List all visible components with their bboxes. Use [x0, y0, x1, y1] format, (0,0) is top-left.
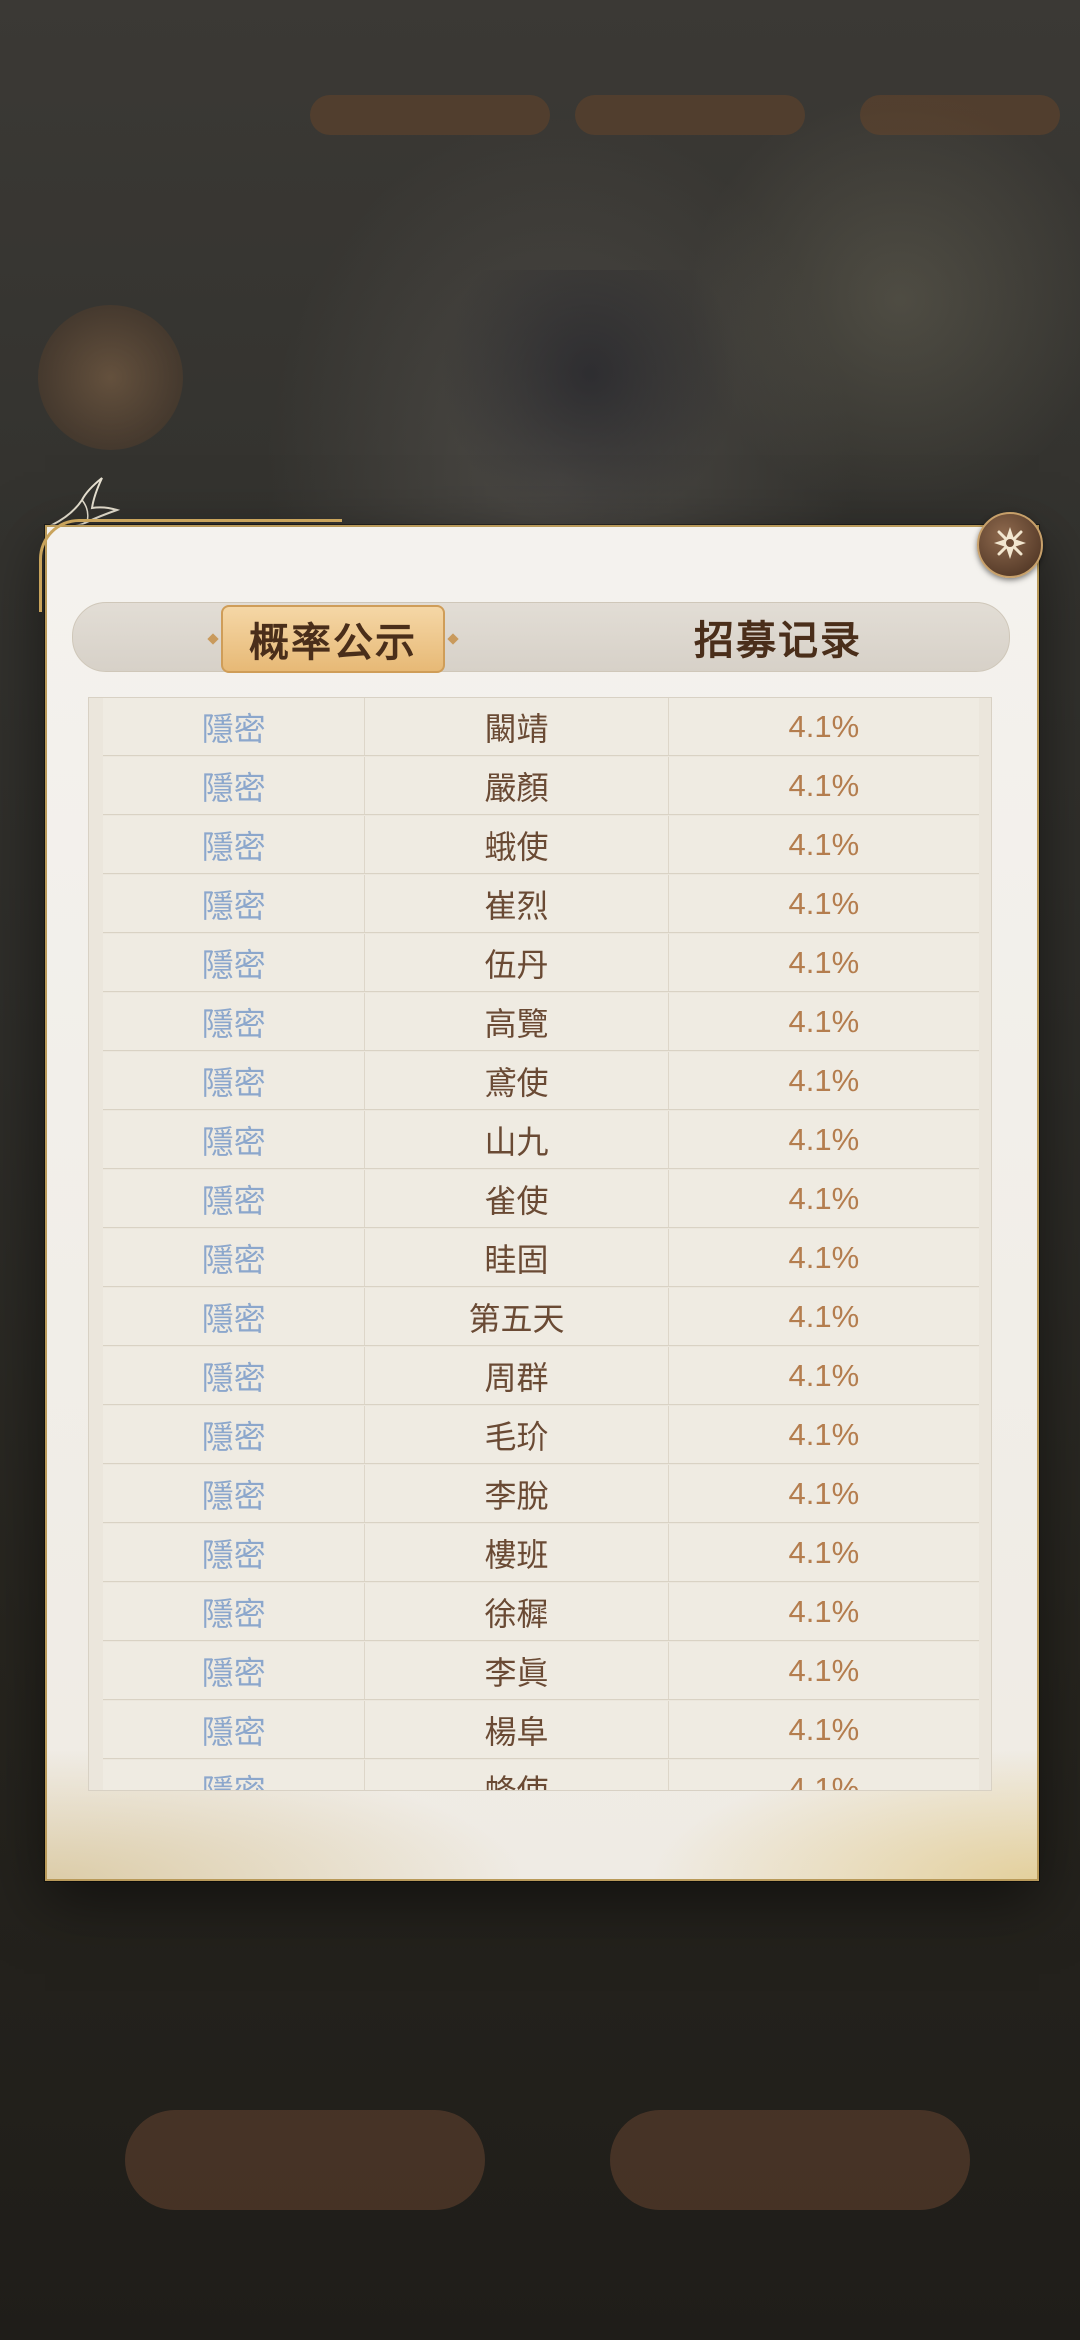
rate-cell: 4.1%: [788, 1003, 860, 1039]
name-cell: 楊阜: [365, 1701, 669, 1758]
table-row: 隱密 第五天 4.1%: [103, 1288, 979, 1346]
name-cell: 周群: [365, 1347, 669, 1404]
rate-cell: 4.1%: [788, 826, 860, 862]
table-row: 隱密 眭固 4.1%: [103, 1229, 979, 1287]
background-resource-bar: [860, 95, 1060, 135]
quality-cell: 隱密: [103, 1052, 366, 1109]
name-cell: 崔烈: [365, 875, 669, 932]
quality-cell: 隱密: [103, 1701, 366, 1758]
rate-cell: 4.1%: [788, 944, 860, 980]
rate-cell: 4.1%: [788, 1593, 860, 1629]
rate-cell: 4.1%: [788, 708, 860, 744]
name-cell: 李脫: [365, 1465, 669, 1522]
table-row: 隱密 李眞 4.1%: [103, 1642, 979, 1700]
quality-cell: 隱密: [103, 1288, 366, 1345]
table-row: 隱密 毛玠 4.1%: [103, 1406, 979, 1464]
rate-cell: 4.1%: [788, 1534, 860, 1570]
quality-cell: 隱密: [103, 993, 366, 1050]
quality-cell: 隱密: [103, 1583, 366, 1640]
name-cell: 蜂使: [365, 1760, 669, 1790]
table-row: 隱密 嚴顏 4.1%: [103, 757, 979, 815]
name-cell: 嚴顏: [365, 757, 669, 814]
table-row: 隱密 蛾使 4.1%: [103, 816, 979, 874]
rate-cell: 4.1%: [788, 1239, 860, 1275]
rate-cell: 4.1%: [788, 1357, 860, 1393]
table-row: 隱密 雀使 4.1%: [103, 1170, 979, 1228]
quality-cell: 隱密: [103, 1347, 366, 1404]
tab-label: 概率公示: [249, 619, 417, 666]
probability-table[interactable]: 隱密 闞靖 4.1% 隱密 嚴顏 4.1% 隱密 蛾使 4.1% 隱密 崔烈 4.1% 隱密 伍丹 4.1%…: [88, 697, 992, 1791]
quality-cell: 隱密: [103, 1111, 366, 1168]
close-icon: [990, 523, 1030, 567]
tab-recruit-history[interactable]: 招募记录: [628, 603, 928, 671]
name-cell: 伍丹: [365, 934, 669, 991]
quality-cell: 隱密: [103, 934, 366, 991]
quality-cell: 隱密: [103, 1524, 366, 1581]
quality-cell: 隱密: [103, 757, 366, 814]
name-cell: 鳶使: [365, 1052, 669, 1109]
background-resource-bar: [310, 95, 550, 135]
rate-cell: 4.1%: [788, 1475, 860, 1511]
rate-cell: 4.1%: [788, 1416, 860, 1452]
table-row: 隱密 伍丹 4.1%: [103, 934, 979, 992]
quality-cell: 隱密: [103, 1760, 366, 1790]
name-cell: 毛玠: [365, 1406, 669, 1463]
name-cell: 眭固: [365, 1229, 669, 1286]
background-resource-bar: [575, 95, 805, 135]
quality-cell: 隱密: [103, 816, 366, 873]
rate-cell: 4.1%: [788, 1652, 860, 1688]
name-cell: 徐穉: [365, 1583, 669, 1640]
table-row: 隱密 周群 4.1%: [103, 1347, 979, 1405]
background-character: [440, 270, 740, 530]
quality-cell: 隱密: [103, 1406, 366, 1463]
rate-cell: 4.1%: [788, 1180, 860, 1216]
rate-cell: 4.1%: [788, 1121, 860, 1157]
rate-cell: 4.1%: [788, 1062, 860, 1098]
name-cell: 山九: [365, 1111, 669, 1168]
table-row: 隱密 高覽 4.1%: [103, 993, 979, 1051]
tab-probability[interactable]: 概率公示: [221, 605, 445, 673]
quality-cell: 隱密: [103, 1170, 366, 1227]
table-row: 隱密 闞靖 4.1%: [103, 698, 979, 756]
name-cell: 李眞: [365, 1642, 669, 1699]
table-row: 隱密 山九 4.1%: [103, 1111, 979, 1169]
rate-cell: 4.1%: [788, 1298, 860, 1334]
quality-cell: 隱密: [103, 1465, 366, 1522]
rate-cell: 4.1%: [788, 885, 860, 921]
rate-cell: 4.1%: [788, 1711, 860, 1747]
background-button: [125, 2110, 485, 2210]
table-row: 隱密 崔烈 4.1%: [103, 875, 979, 933]
name-cell: 蛾使: [365, 816, 669, 873]
table-row: 隱密 楊阜 4.1%: [103, 1701, 979, 1759]
rate-cell: 4.1%: [788, 1770, 860, 1791]
background-avatar: [38, 305, 183, 450]
table-row: 隱密 鳶使 4.1%: [103, 1052, 979, 1110]
table-row: 隱密 樓班 4.1%: [103, 1524, 979, 1582]
table-row: 隱密 徐穉 4.1%: [103, 1583, 979, 1641]
table-row: 隱密 蜂使 4.1%: [103, 1760, 979, 1791]
quality-cell: 隱密: [103, 875, 366, 932]
name-cell: 樓班: [365, 1524, 669, 1581]
rate-cell: 4.1%: [788, 767, 860, 803]
table-row: 隱密 李脫 4.1%: [103, 1465, 979, 1523]
background-button: [610, 2110, 970, 2210]
name-cell: 雀使: [365, 1170, 669, 1227]
quality-cell: 隱密: [103, 1642, 366, 1699]
name-cell: 闞靖: [365, 698, 669, 755]
tab-bar: 概率公示 招募记录: [72, 602, 1010, 673]
panel-corner-ornament: [39, 519, 342, 612]
name-cell: 高覽: [365, 993, 669, 1050]
quality-cell: 隱密: [103, 698, 366, 755]
name-cell: 第五天: [365, 1288, 669, 1345]
close-button[interactable]: [977, 512, 1043, 578]
tab-label: 招募记录: [694, 617, 862, 664]
table-body: 隱密 闞靖 4.1% 隱密 嚴顏 4.1% 隱密 蛾使 4.1% 隱密 崔烈 4.1% 隱密 伍丹 4.1%…: [103, 698, 979, 1791]
quality-cell: 隱密: [103, 1229, 366, 1286]
